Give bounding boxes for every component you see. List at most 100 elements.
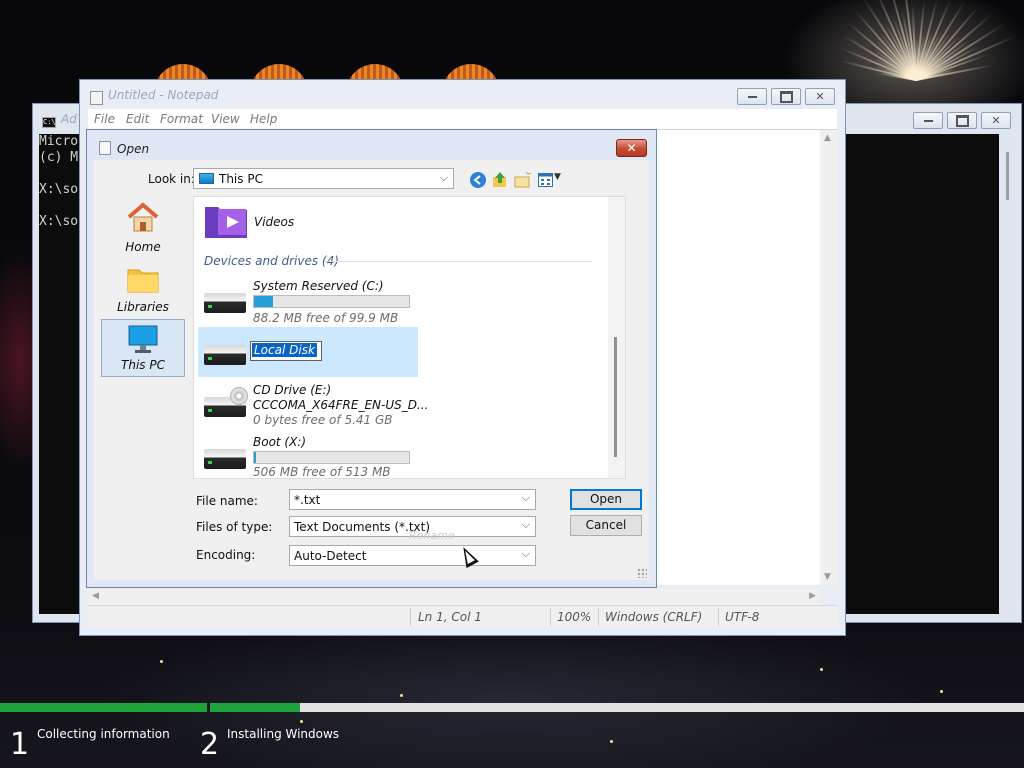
notepad-minimize-button[interactable]	[737, 88, 767, 105]
notepad-close-button[interactable]: ✕	[805, 88, 835, 105]
city-light	[820, 668, 823, 671]
drive-item-system-reserved[interactable]: System Reserved (C:) 88.2 MB free of 99.…	[198, 275, 418, 325]
encoding-value: Auto-Detect	[294, 549, 367, 563]
look-in-value: This PC	[219, 172, 263, 186]
scroll-up-icon[interactable]: ▲	[824, 133, 831, 143]
cd-disc-icon	[230, 387, 248, 405]
drive-item-boot[interactable]: Boot (X:) 506 MB free of 513 MB	[198, 431, 418, 479]
place-label: Home	[125, 240, 161, 254]
dialog-titlebar[interactable]: Open ✕	[87, 130, 656, 160]
chevron-down-icon[interactable]: ⌵	[440, 171, 448, 185]
menu-edit[interactable]: Edit	[126, 112, 149, 126]
drive-usage-fill	[254, 296, 273, 307]
notepad-app-icon	[90, 91, 103, 105]
computer-icon	[128, 325, 158, 353]
encoding-select[interactable]: Auto-Detect ⌵	[289, 545, 536, 566]
cancel-button[interactable]: Cancel	[570, 515, 642, 536]
folder-name-videos[interactable]: Videos	[254, 215, 294, 229]
scroll-left-icon[interactable]: ◀	[92, 591, 99, 601]
encoding-label: Encoding:	[196, 548, 256, 562]
drive-name: CD Drive (E:)	[253, 383, 332, 397]
dialog-title: Open	[117, 142, 150, 156]
editor-horizontal-scrollbar[interactable]: ◀ ▶	[88, 588, 820, 605]
look-in-label: Look in:	[148, 172, 195, 186]
file-list-scrollbar[interactable]	[608, 197, 625, 478]
drive-name: Boot (X:)	[253, 435, 307, 449]
scrollbar-thumb[interactable]	[614, 337, 617, 457]
menu-file[interactable]: File	[94, 112, 115, 126]
drive-free-space: 88.2 MB free of 99.9 MB	[253, 311, 399, 325]
devices-group-header: Devices and drives (4)	[204, 254, 339, 268]
status-separator	[410, 608, 411, 626]
console-text: Micro (c) M X:\so X:\so	[39, 134, 79, 229]
hard-drive-icon	[204, 449, 246, 469]
file-name-input[interactable]: *.txt ⌵	[289, 489, 536, 510]
menu-view[interactable]: View	[211, 112, 240, 126]
files-of-type-label: Files of type:	[196, 520, 273, 534]
setup-step-number: 2	[200, 727, 220, 762]
notepad-titlebar[interactable]: Untitled - Notepad ✕	[80, 80, 845, 110]
status-line-ending: Windows (CRLF)	[605, 610, 703, 624]
maximize-icon	[772, 89, 800, 104]
chevron-down-icon[interactable]: ⌵	[522, 491, 530, 505]
open-button[interactable]: Open	[570, 489, 642, 510]
notepad-menubar: File Edit Format View Help	[88, 109, 837, 129]
place-label: This PC	[121, 358, 165, 372]
status-zoom: 100%	[557, 610, 592, 624]
rename-input[interactable]: Local Disk	[250, 341, 322, 361]
console-app-icon: C:\	[42, 117, 56, 128]
back-arrow-icon[interactable]	[469, 171, 487, 189]
drive-free-space: 506 MB free of 513 MB	[253, 465, 391, 479]
open-dialog[interactable]: Open ✕ Look in: This PC ⌵ ▼ Home Librari…	[86, 129, 657, 588]
notepad-statusbar: Ln 1, Col 1 100% Windows (CRLF) UTF-8	[88, 605, 837, 627]
console-title: Ad	[61, 112, 77, 126]
place-this-pc[interactable]: This PC	[101, 319, 185, 377]
console-close-button[interactable]: ✕	[981, 112, 1011, 129]
scroll-down-icon[interactable]: ▼	[824, 572, 831, 582]
home-icon	[127, 202, 159, 232]
dialog-close-button[interactable]: ✕	[616, 139, 647, 157]
document-icon	[99, 141, 111, 155]
close-icon: ✕	[991, 114, 1001, 127]
drive-item-local-disk[interactable]: Local Disk	[198, 327, 418, 377]
city-light	[300, 720, 303, 723]
setup-progress-fill	[0, 703, 207, 712]
dialog-body: Look in: This PC ⌵ ▼ Home Libraries This…	[94, 160, 649, 580]
status-separator	[718, 608, 719, 626]
view-menu-button[interactable]: ▼	[538, 171, 564, 189]
hard-drive-icon	[204, 293, 246, 313]
file-list-view[interactable]: Videos Devices and drives (4) ▲ System R…	[193, 196, 626, 479]
menu-help[interactable]: Help	[250, 112, 277, 126]
menu-format[interactable]: Format	[160, 112, 203, 126]
up-folder-icon[interactable]	[491, 171, 509, 189]
hard-drive-icon	[204, 345, 246, 365]
console-scrollbar-thumb[interactable]	[1006, 152, 1009, 200]
close-icon: ✕	[815, 90, 825, 103]
chevron-down-icon[interactable]: ⌵	[522, 547, 530, 561]
status-separator	[598, 608, 599, 626]
place-libraries[interactable]: Libraries	[101, 260, 185, 318]
new-folder-icon[interactable]	[514, 171, 532, 189]
videos-folder-icon	[205, 207, 247, 238]
city-light	[400, 694, 403, 697]
drive-usage-bar	[253, 295, 410, 308]
console-maximize-button[interactable]	[947, 112, 977, 129]
minimize-icon	[914, 113, 942, 128]
editor-vertical-scrollbar[interactable]: ▲ ▼	[820, 130, 837, 585]
look-in-combobox[interactable]: This PC ⌵	[193, 168, 454, 189]
setup-progress-step-2	[210, 703, 1024, 712]
setup-progress-step-1	[0, 703, 207, 712]
file-name-value: *.txt	[294, 493, 321, 507]
place-home[interactable]: Home	[101, 200, 185, 258]
drive-free-space: 0 bytes free of 5.41 GB	[253, 413, 393, 427]
setup-step-number: 1	[10, 727, 30, 762]
ghost-rename-text: Rename	[409, 529, 455, 542]
notepad-maximize-button[interactable]	[771, 88, 801, 105]
rename-text: Local Disk	[252, 343, 317, 357]
drive-item-cd[interactable]: CD Drive (E:) CCCOMA_X64FRE_EN-US_D... 0…	[198, 379, 428, 429]
resize-grip-icon[interactable]	[637, 568, 647, 578]
console-minimize-button[interactable]	[913, 112, 943, 129]
list-item-videos[interactable]	[204, 203, 248, 239]
scroll-right-icon[interactable]: ▶	[809, 591, 816, 601]
chevron-down-icon[interactable]: ⌵	[522, 518, 530, 532]
